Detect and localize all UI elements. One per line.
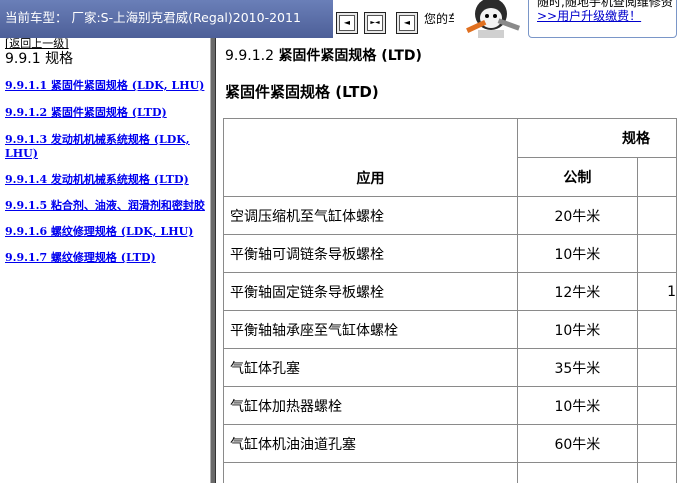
arrow-left-small-icon: ◄ [399,15,415,31]
cell-metric: 10牛米 [517,386,638,425]
arrows-collapse-icon: ►◄ [367,15,383,31]
column-header-metric: 公制 [517,157,638,197]
cell-english [636,196,677,235]
cell-application: 气缸体机油油道孔塞 [222,424,519,463]
cell-application: 平衡轴轴承座至气缸体螺栓 [222,310,519,349]
table-row [222,462,677,483]
cell-application: 气缸体加热器螺栓 [222,386,519,425]
sidebar-item-9-9-1-3[interactable]: 9.9.1.3 发动机机械系统规格 (LDK, LHU) [5,133,206,161]
promo-box: 随时,随地手机查阅维修资 >>用户升级缴费！ [528,0,677,38]
toggle-pane-button[interactable]: ►◄ [364,12,386,34]
breadcrumb-number: 9.9.1.2 [225,48,274,64]
column-header-application: 应用 [222,118,519,197]
previous-page-button[interactable]: ◄ [336,12,358,34]
cell-application: 气缸体孔塞 [222,348,519,387]
column-header-specification: 规格 [517,118,677,158]
sidebar: [返回上一级] 9.9.1 规格 9.9.1.1 紧固件紧固规格 (LDK, L… [0,38,210,483]
sidebar-item-9-9-1-2[interactable]: 9.9.1.2 紧固件紧固规格 (LTD) [5,106,206,120]
sidebar-item-9-9-1-7[interactable]: 9.9.1.7 螺纹修理规格 (LTD) [5,251,206,265]
arrow-left-icon: ◄ [339,15,355,31]
table-row: 平衡轴固定链条导板螺栓 12牛米 1 [222,272,677,311]
table-row: 空调压缩机至气缸体螺栓 20牛米 [222,196,677,235]
cell-metric: 10牛米 [517,234,638,273]
table-row: 平衡轴轴承座至气缸体螺栓 10牛米 [222,310,677,349]
sidebar-item-9-9-1-6[interactable]: 9.9.1.6 螺纹修理规格 (LDK, LHU) [5,225,206,239]
cell-metric: 35牛米 [517,348,638,387]
promo-text: 随时,随地手机查阅维修资 [537,0,673,9]
page-title: 紧固件紧固规格 (LTD) [225,83,379,101]
cell-application: 空调压缩机至气缸体螺栓 [222,196,519,235]
cell-english [636,424,677,463]
current-vehicle-label: 当前车型： 厂家:S-上海别克君威(Regal)2010-2011 [0,0,333,38]
back-up-level-link[interactable]: [返回上一级] [5,38,210,50]
cell-english [636,462,677,483]
table-row: 气缸体孔塞 35牛米 [222,348,677,387]
cell-english: 1 [636,272,677,311]
cell-metric [517,462,638,483]
sidebar-item-9-9-1-4[interactable]: 9.9.1.4 发动机机械系统规格 (LTD) [5,173,206,187]
spec-group-label: 规格 [622,131,651,147]
table-row: 气缸体机油油道孔塞 60牛米 [222,424,677,463]
column-header-english [636,157,677,197]
cell-metric: 10牛米 [517,310,638,349]
main-content: 9.9.1.2 紧固件紧固规格 (LTD) 紧固件紧固规格 (LTD) 应用 规… [216,38,677,483]
cell-metric: 60牛米 [517,424,638,463]
breadcrumb: 9.9.1.2 紧固件紧固规格 (LTD) [225,45,422,65]
cell-application: 平衡轴固定链条导板螺栓 [222,272,519,311]
cell-english [636,386,677,425]
cell-english [636,234,677,273]
sidebar-item-9-9-1-5[interactable]: 9.9.1.5 粘合剂、油液、润滑剂和密封胶 [5,199,206,213]
upgrade-payment-link[interactable]: >>用户升级缴费！ [537,9,676,23]
breadcrumb-title: 紧固件紧固规格 (LTD) [278,48,422,64]
sidebar-section-title: 9.9.1 规格 [5,51,74,67]
cell-application: 平衡轴可调链条导板螺栓 [222,234,519,273]
cell-metric: 20牛米 [517,196,638,235]
table-row: 平衡轴可调链条导板螺栓 10牛米 [222,234,677,273]
torque-spec-table: 应用 规格 公制 空调压缩机至气缸体螺栓 20牛米 平衡轴可调链条导板螺栓 10… [222,118,677,483]
sidebar-item-9-9-1-1[interactable]: 9.9.1.1 紧固件紧固规格 (LDK, LHU) [5,79,206,93]
welcome-text: 您的车 [424,12,454,26]
back-page-button[interactable]: ◄ [396,12,418,34]
mechanic-mascot-icon [466,0,521,38]
table-row: 气缸体加热器螺栓 10牛米 [222,386,677,425]
cell-metric: 12牛米 [517,272,638,311]
cell-english [636,310,677,349]
cell-english [636,348,677,387]
top-bar: 当前车型： 厂家:S-上海别克君威(Regal)2010-2011 ◄ ►◄ ◄… [0,0,677,38]
cell-application [222,462,519,483]
